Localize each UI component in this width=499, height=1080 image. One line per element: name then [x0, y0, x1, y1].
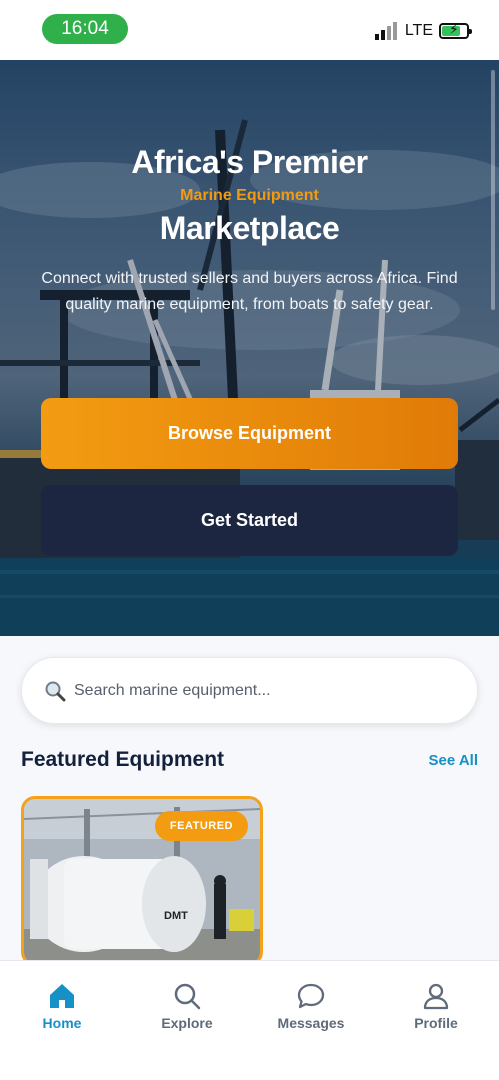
bottom-navigation: Home Explore Messages Profile	[0, 960, 499, 1080]
hero-banner: Africa's Premier Marine Equipment Market…	[0, 60, 499, 636]
hero-description: Connect with trusted sellers and buyers …	[41, 270, 458, 313]
network-type: LTE	[404, 22, 433, 39]
home-icon	[50, 984, 74, 1008]
search-bar[interactable]	[21, 657, 478, 724]
status-indicators: LTE ⚡	[374, 22, 472, 40]
see-all-link[interactable]: See All	[429, 752, 478, 769]
nav-home-label: Home	[42, 1015, 82, 1031]
featured-badge: FEATURED	[154, 811, 248, 841]
status-time: 16:04	[42, 14, 128, 44]
nav-messages[interactable]: Messages	[256, 981, 366, 1031]
nav-explore-label: Explore	[161, 1015, 213, 1031]
battery-icon: ⚡	[439, 22, 472, 39]
hero-title-line2: Marketplace	[159, 210, 340, 246]
nav-explore[interactable]: Explore	[132, 981, 242, 1031]
get-started-button[interactable]: Get Started	[41, 485, 458, 556]
nav-home[interactable]: Home	[7, 981, 117, 1031]
status-bar: 16:04 LTE ⚡	[0, 0, 499, 60]
browse-equipment-button[interactable]: Browse Equipment	[41, 398, 458, 469]
user-icon	[423, 983, 449, 1010]
search-input[interactable]	[74, 681, 434, 700]
chat-icon	[297, 983, 325, 1009]
featured-section-title: Featured Equipment	[21, 748, 225, 771]
signal-icon	[374, 22, 399, 40]
featured-equipment-card[interactable]: DMT FEATURED	[21, 796, 263, 966]
hero-title: Africa's Premier	[131, 144, 368, 180]
hero-subtitle: Marine Equipment	[180, 187, 319, 204]
search-icon	[44, 680, 66, 702]
nav-messages-label: Messages	[277, 1015, 345, 1031]
search-icon	[174, 983, 201, 1010]
nav-profile-label: Profile	[414, 1015, 458, 1031]
equipment-brand-logo: DMT	[164, 910, 188, 922]
nav-profile[interactable]: Profile	[381, 981, 491, 1031]
